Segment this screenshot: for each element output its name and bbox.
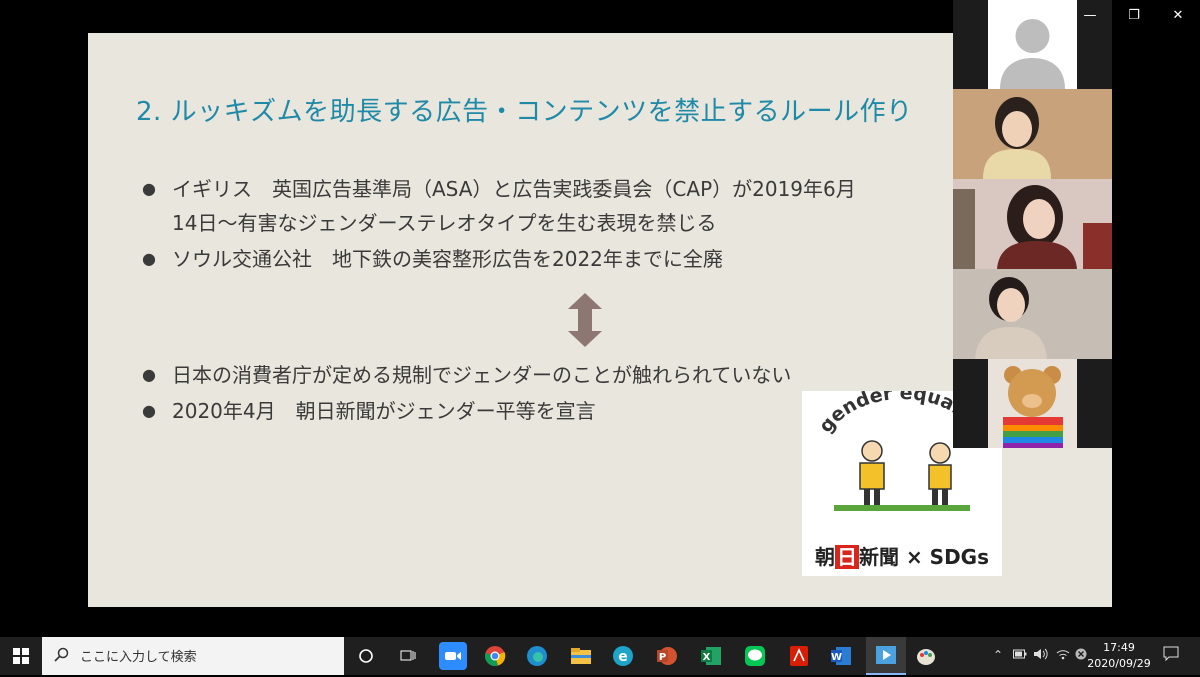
participant-tile-3[interactable] xyxy=(953,179,1112,269)
minimize-icon[interactable]: — xyxy=(1068,0,1112,30)
zoom-icon[interactable] xyxy=(439,642,467,670)
network-icon[interactable] xyxy=(1056,648,1070,663)
system-clock[interactable]: 17:49 2020/09/29 xyxy=(1086,640,1152,672)
excel-icon[interactable]: X xyxy=(697,642,725,670)
participant-video-3 xyxy=(953,179,1112,269)
action-center-icon[interactable] xyxy=(1163,646,1179,665)
close-icon[interactable]: ✕ xyxy=(1156,0,1200,30)
participant-video-strip xyxy=(953,0,1112,448)
bullet-1-continuation: 14日〜有害なジェンダーステレオタイプを生む表現を禁じる xyxy=(172,211,717,235)
participant-tile-4[interactable] xyxy=(953,269,1112,359)
search-input[interactable] xyxy=(78,637,332,677)
restore-icon[interactable]: ❐ xyxy=(1112,0,1156,30)
battery-icon[interactable] xyxy=(1013,648,1027,662)
default-avatar-icon xyxy=(1000,19,1065,89)
clock-time: 17:49 xyxy=(1103,641,1135,654)
participant-video-2 xyxy=(953,89,1112,179)
powerpoint-icon[interactable]: P xyxy=(653,642,681,670)
taskbar-search[interactable] xyxy=(42,637,344,677)
acrobat-icon[interactable] xyxy=(785,642,813,670)
start-button[interactable] xyxy=(0,637,42,675)
participant-tile-5[interactable] xyxy=(953,359,1112,448)
double-arrow-icon xyxy=(568,293,602,347)
media-player-icon[interactable] xyxy=(866,637,906,675)
participant-video-4 xyxy=(953,269,1112,359)
svg-text:P: P xyxy=(659,652,666,663)
windows-taskbar: e P X W ⌃ 17:49 2020/09/29 xyxy=(0,637,1200,677)
windows-logo-icon xyxy=(13,648,29,664)
paint-icon[interactable] xyxy=(912,642,940,670)
bullet-2: ● ソウル交通公社 地下鉄の美容整形広告を2022年までに全廃 xyxy=(142,247,723,271)
bullet-3: ● 日本の消費者庁が定める規制でジェンダーのことが触れられていない xyxy=(142,363,792,387)
volume-icon[interactable] xyxy=(1033,648,1049,663)
file-explorer-icon[interactable] xyxy=(567,642,595,670)
svg-text:W: W xyxy=(831,652,842,663)
word-icon[interactable]: W xyxy=(827,642,855,670)
cortana-icon[interactable] xyxy=(352,642,380,670)
show-hidden-icons-icon[interactable]: ⌃ xyxy=(993,648,1003,662)
slide-title: 2. ルッキズムを助長する広告・コンテンツを禁止するルール作り xyxy=(136,97,913,127)
participant-tile-2[interactable] xyxy=(953,89,1112,179)
search-icon xyxy=(54,647,69,662)
edge-icon[interactable] xyxy=(523,642,551,670)
line-icon[interactable] xyxy=(741,642,769,670)
window-controls: — ❐ ✕ xyxy=(1068,0,1200,30)
teddy-bear-video xyxy=(988,359,1077,448)
svg-text:e: e xyxy=(618,649,628,665)
svg-text:X: X xyxy=(703,652,711,663)
task-view-icon[interactable] xyxy=(394,642,422,670)
asahi-sdgs-logo: 朝日新聞 × SDGs xyxy=(814,545,989,569)
clock-date: 2020/09/29 xyxy=(1087,657,1151,670)
ie-icon[interactable]: e xyxy=(609,642,637,670)
bullet-1: ● イギリス 英国広告基準局（ASA）と広告実践委員会（CAP）が2019年6月 xyxy=(142,177,856,201)
chrome-icon[interactable] xyxy=(481,642,509,670)
bullet-4: ● 2020年4月 朝日新聞がジェンダー平等を宣言 xyxy=(142,399,596,423)
